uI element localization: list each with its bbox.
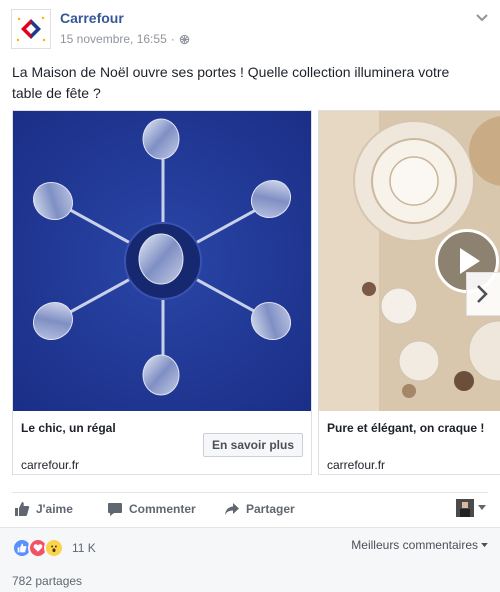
- post-text: La Maison de Noël ouvre ses portes ! Que…: [12, 64, 450, 101]
- card-image-wine-glasses[interactable]: [13, 111, 311, 411]
- like-button[interactable]: J'aime: [14, 493, 73, 525]
- share-button[interactable]: Partager: [224, 493, 295, 525]
- post-timestamp[interactable]: 15 novembre, 16:55: [60, 32, 167, 46]
- card-1-domain[interactable]: carrefour.fr: [21, 458, 79, 472]
- post-actions-bar: J'aime Commenter Partager: [12, 492, 488, 527]
- caret-down-icon: [478, 505, 486, 510]
- caret-down-icon: [481, 542, 488, 547]
- share-icon: [225, 503, 239, 515]
- user-avatar-icon: [456, 499, 474, 517]
- post-options-chevron-icon[interactable]: [476, 14, 488, 22]
- carousel-card-1[interactable]: Le chic, un régal En savoir plus carrefo…: [12, 110, 312, 475]
- meta-separator: ·: [170, 32, 175, 46]
- like-label: J'aime: [36, 502, 73, 516]
- post-as-selector[interactable]: [456, 499, 486, 517]
- learn-more-button[interactable]: En savoir plus: [203, 433, 303, 457]
- page-avatar[interactable]: [11, 9, 51, 49]
- reactions-summary[interactable]: 11 K: [12, 538, 96, 558]
- facebook-post: Carrefour 15 novembre, 16:55 · La Maison…: [0, 0, 500, 592]
- carrefour-logo-icon: [12, 10, 50, 48]
- shares-count[interactable]: 782 partages: [12, 574, 82, 588]
- page-name-link[interactable]: Carrefour: [60, 10, 124, 26]
- card-2-title[interactable]: Pure et élégant, on craque !: [327, 421, 484, 435]
- comment-sort-label: Meilleurs commentaires: [351, 538, 478, 552]
- comment-icon: [108, 503, 122, 516]
- post-meta: 15 novembre, 16:55 ·: [60, 32, 190, 46]
- chevron-right-icon: [477, 285, 488, 303]
- carousel-next-button[interactable]: [466, 272, 500, 316]
- card-2-domain[interactable]: carrefour.fr: [327, 458, 385, 472]
- comment-sort-dropdown[interactable]: Meilleurs commentaires: [351, 538, 488, 552]
- globe-icon: [179, 34, 189, 44]
- comment-label: Commenter: [129, 502, 196, 516]
- card-1-title[interactable]: Le chic, un régal: [21, 421, 116, 435]
- comment-button[interactable]: Commenter: [107, 493, 196, 525]
- thumbs-up-icon: [15, 502, 30, 516]
- share-label: Partager: [246, 502, 295, 516]
- reactions-section: 11 K Meilleurs commentaires 782 partages: [0, 527, 500, 592]
- wow-reaction-icon: [44, 538, 64, 558]
- reactions-count: 11 K: [72, 541, 96, 555]
